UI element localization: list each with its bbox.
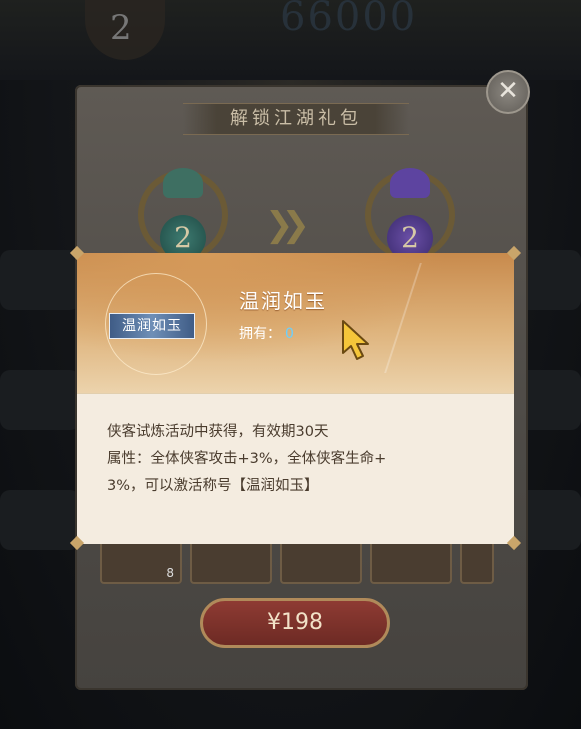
bamboo-decoration [384,263,492,373]
desc-line: 3%，可以激活称号【温润如玉】 [107,478,319,494]
crown-icon [163,168,203,198]
reward-item-slot[interactable] [460,540,494,584]
owned-label: 拥有： [239,326,281,342]
player-rank-number: 2 [110,8,132,48]
owned-value: 0 [285,326,294,342]
arrow-right-icon: ❯❯ [265,205,310,245]
desc-line: 侠客试炼活动中获得，有效期30天 [107,424,329,440]
buy-button[interactable]: ¥198 [200,598,390,648]
item-count: 8 [166,566,174,580]
reward-item-slot[interactable]: 8 [100,540,182,584]
item-name: 温润如玉 [239,289,327,313]
owned-count: 拥有： 0 [239,323,294,343]
item-description: 侠客试炼活动中获得，有效期30天 属性：全体侠客攻击+3%，全体侠客生命+ 3%… [107,419,487,500]
tooltip-header: 温润如玉 温润如玉 拥有： 0 [77,253,514,393]
reward-item-slot[interactable] [370,540,452,584]
crown-icon [390,168,430,198]
item-tooltip: 温润如玉 温润如玉 拥有： 0 侠客试炼活动中获得，有效期30天 属性：全体侠客攻… [69,245,522,551]
reward-item-slot[interactable] [190,540,272,584]
desc-line: 属性：全体侠客攻击+3%，全体侠客生命+ [107,451,387,467]
close-button[interactable]: ✕ [486,70,530,114]
bg-list-item [0,490,80,550]
bg-list-item [0,250,80,310]
title-plaque-icon: 温润如玉 [109,313,195,339]
pointer-cursor-icon [342,320,369,360]
bg-list-item [0,370,80,430]
close-icon: ✕ [497,76,519,106]
reward-item-slot[interactable] [280,540,362,584]
player-rank-emblem: 2 [55,0,185,70]
top-score: 66000 [280,0,418,40]
panel-title: 解锁江湖礼包 [183,103,409,135]
